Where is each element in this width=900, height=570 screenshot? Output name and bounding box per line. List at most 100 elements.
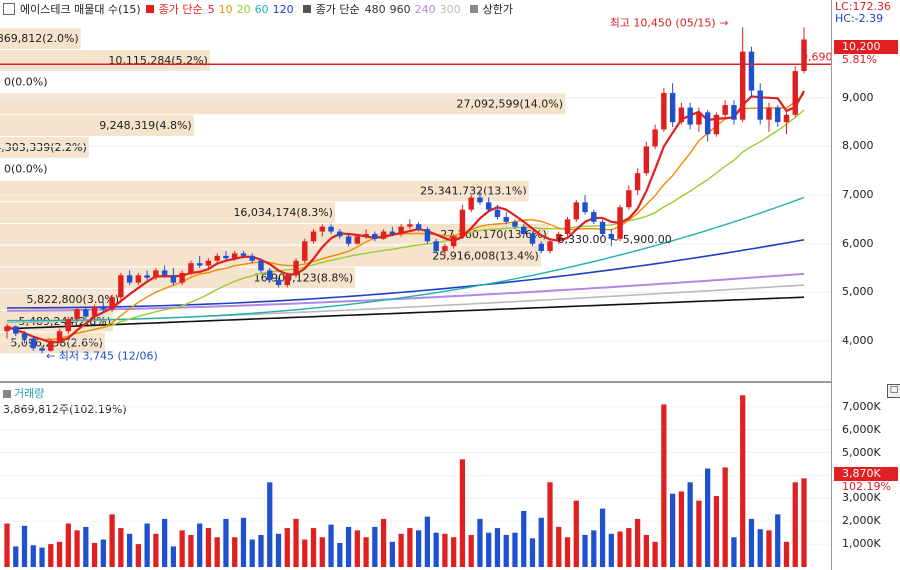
- candle-body: [704, 112, 711, 135]
- volume-bar: [179, 530, 185, 567]
- candle-body: [363, 233, 369, 237]
- volume-bar: [363, 537, 369, 567]
- volume-profile-label: 3,869,812(2.0%): [0, 32, 79, 45]
- volume-bar: [634, 518, 641, 567]
- volume-bar: [4, 523, 10, 567]
- volume-bar: [477, 518, 483, 567]
- volume-bar: [521, 510, 527, 567]
- candle-body: [766, 107, 772, 120]
- volume-bar: [258, 534, 264, 567]
- candle-body: [275, 280, 282, 286]
- candle-body: [678, 107, 685, 123]
- volume-bar: [801, 478, 807, 567]
- candle-body: [91, 306, 98, 317]
- volume-bar: [380, 518, 387, 567]
- candle-body: [21, 333, 28, 339]
- volume-tick-label: 5,000K: [842, 445, 881, 459]
- candle-body: [74, 309, 80, 320]
- volume-bar: [232, 537, 238, 567]
- candle-body: [398, 226, 404, 234]
- volume-bar: [389, 541, 395, 567]
- current-volume-pct: 102.19%: [842, 480, 891, 493]
- volume-bar: [21, 525, 28, 567]
- volume-profile-label: 25,916,008(13.4%): [432, 250, 539, 263]
- current-volume-tag: 3,870K: [834, 467, 898, 481]
- panel-maximize-icon[interactable]: □: [887, 384, 900, 398]
- volume-bar: [153, 533, 159, 567]
- candle-body: [442, 246, 448, 251]
- volume-bar: [328, 524, 334, 567]
- volume-bar: [669, 493, 676, 567]
- price-tick-label: 9,000: [842, 90, 874, 104]
- candle-body: [757, 90, 763, 120]
- volume-chart[interactable]: [0, 383, 831, 569]
- volume-bar: [205, 528, 212, 567]
- candle-body: [135, 275, 142, 283]
- candle-body: [459, 209, 466, 237]
- candle-body: [529, 233, 536, 244]
- candle-body: [372, 233, 378, 239]
- volume-bar: [687, 482, 693, 567]
- volume-bar: [748, 518, 755, 567]
- volume-bar: [451, 537, 457, 567]
- price-tick-label: 4,000: [842, 333, 874, 347]
- candle-body: [783, 114, 790, 123]
- volume-bar: [398, 533, 404, 567]
- price-chart[interactable]: 3,869,812(2.0%)10,115,284(5.2%)0(0.0%)27…: [0, 0, 831, 381]
- volume-bar: [433, 532, 439, 567]
- price-tick-label: 7,000: [842, 188, 874, 202]
- candle-body: [547, 241, 553, 251]
- volume-bar: [310, 528, 317, 567]
- volume-bar: [302, 539, 308, 567]
- candle-body: [521, 226, 527, 234]
- volume-profile-label: 0(0.0%): [4, 76, 48, 89]
- volume-bar: [468, 534, 474, 567]
- candle-body: [302, 241, 308, 261]
- volume-bar: [722, 467, 728, 567]
- candle-body: [223, 255, 229, 259]
- range-annotation: 6,330.00 ~ 5,900.00: [558, 233, 672, 246]
- volume-bar: [494, 528, 501, 567]
- current-price-tag: 10,200: [834, 40, 898, 54]
- volume-bar: [713, 496, 720, 567]
- volume-bar: [617, 531, 623, 567]
- low-annotation: ← 최저 3,745 (12/06): [46, 349, 158, 362]
- candle-body: [345, 236, 352, 244]
- candle-body: [407, 224, 413, 227]
- candle-body: [100, 306, 107, 310]
- volume-bar: [792, 482, 798, 567]
- candle-body: [39, 348, 45, 351]
- reference-price-label: 9,690: [801, 50, 831, 63]
- candle-body: [661, 92, 667, 130]
- volume-bar: [757, 529, 763, 567]
- candle-body: [634, 173, 641, 191]
- ma-480-line: [6, 296, 805, 330]
- candle-body: [713, 114, 720, 135]
- candle-body: [389, 231, 396, 234]
- candle-body: [739, 51, 746, 120]
- price-axis: LC:172.36 HC:-2.39 10,200 5.81% 9,000 8,0…: [831, 0, 900, 381]
- candle-body: [468, 197, 474, 210]
- candle-body: [337, 231, 343, 237]
- ma-300-line: [6, 284, 805, 324]
- candle-body: [696, 112, 702, 125]
- volume-bar: [556, 526, 562, 567]
- volume-profile-label: 5,822,800(3.0%): [27, 293, 120, 306]
- candle-body: [573, 202, 580, 220]
- candle-body: [503, 216, 509, 222]
- candle-body: [65, 319, 72, 332]
- volume-bar: [118, 528, 124, 567]
- volume-bar: [319, 537, 325, 567]
- volume-bar: [293, 518, 299, 567]
- volume-bar: [775, 514, 781, 567]
- candle-body: [83, 309, 89, 317]
- volume-bar: [74, 530, 80, 567]
- volume-profile-label: 4,303,339(2.2%): [0, 141, 87, 154]
- candle-body: [310, 231, 317, 242]
- candle-body: [249, 255, 255, 261]
- price-tick-label: 6,000: [842, 236, 874, 250]
- candle-body: [293, 260, 299, 276]
- candle-body: [582, 202, 588, 213]
- volume-bar: [65, 523, 71, 567]
- volume-bar: [538, 517, 544, 567]
